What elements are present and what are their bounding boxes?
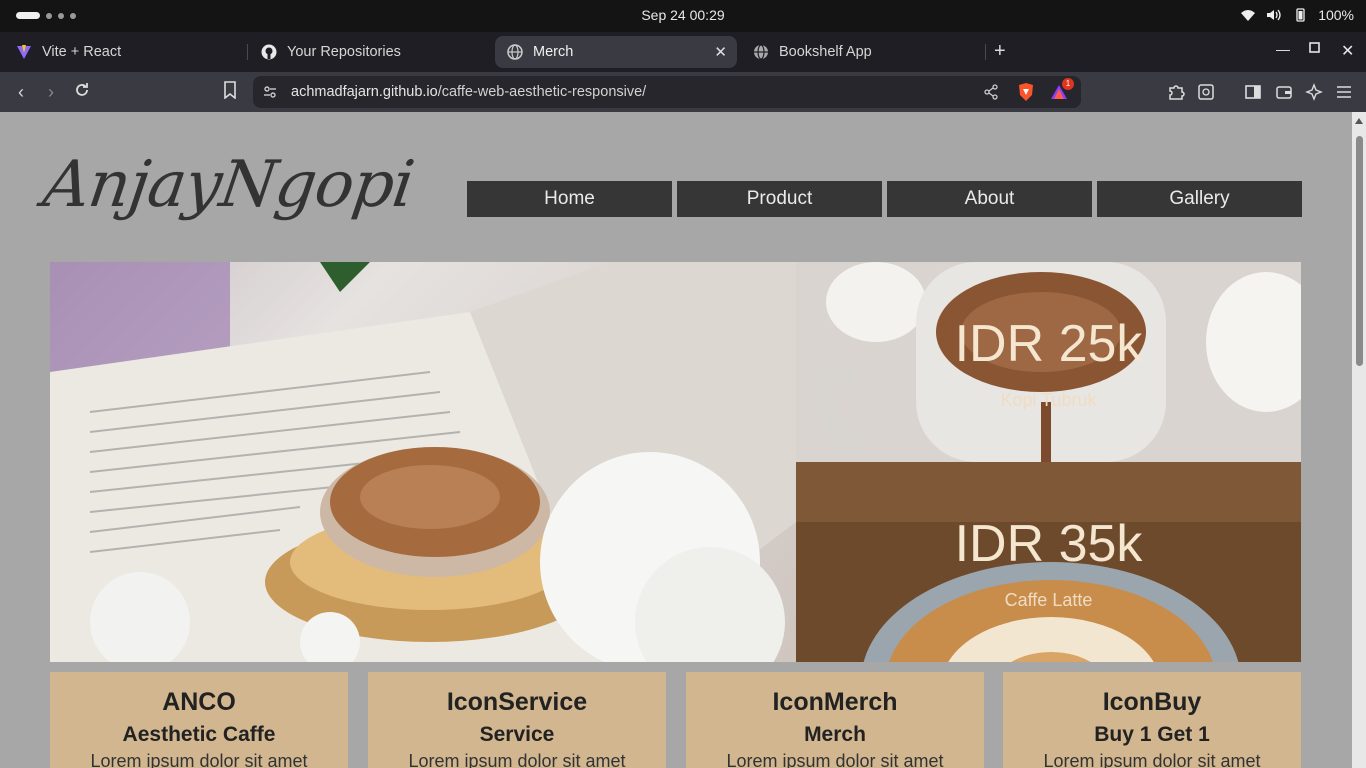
brave-rewards-icon[interactable]: 1 bbox=[1048, 78, 1074, 103]
card-title: IconService bbox=[446, 688, 588, 716]
card-text: Lorem ipsum dolor sit amet bbox=[90, 751, 308, 768]
address-bar[interactable]: achmadfajarn.github.io/caffe-web-aesthet… bbox=[253, 76, 1081, 108]
card-text: Lorem ipsum dolor sit amet bbox=[726, 751, 944, 768]
reader-mode-icon[interactable] bbox=[1195, 81, 1217, 103]
tab-separator bbox=[247, 44, 248, 60]
close-tab-icon[interactable]: ✕ bbox=[714, 43, 727, 61]
forward-button[interactable]: › bbox=[40, 81, 62, 103]
url-path: /caffe-web-aesthetic-responsive/ bbox=[437, 84, 647, 100]
battery-icon bbox=[1292, 8, 1308, 22]
scrollbar-thumb[interactable] bbox=[1356, 136, 1363, 366]
rewards-badge: 1 bbox=[1062, 78, 1074, 90]
tab-merch[interactable]: Merch ✕ bbox=[495, 36, 737, 68]
volume-icon bbox=[1266, 8, 1282, 22]
tab-label: Bookshelf App bbox=[779, 44, 872, 60]
feature-card-anco: ANCO Aesthetic Caffe Lorem ipsum dolor s… bbox=[50, 672, 348, 768]
new-tab-button[interactable]: + bbox=[994, 40, 1006, 63]
site-logo[interactable]: AnjayNgopi bbox=[39, 148, 418, 222]
system-status[interactable]: 100% bbox=[1240, 7, 1354, 23]
clock[interactable]: Sep 24 00:29 bbox=[0, 7, 1366, 23]
scroll-up-arrow-icon[interactable] bbox=[1355, 118, 1363, 124]
tab-label: Merch bbox=[533, 44, 574, 60]
extensions-icon[interactable] bbox=[1165, 81, 1187, 103]
menu-product[interactable]: Product bbox=[677, 181, 882, 217]
github-icon bbox=[261, 44, 277, 60]
feature-card-service: IconService Service Lorem ipsum dolor si… bbox=[368, 672, 666, 768]
navigation-bar: ‹ › achmadfajarn.github.io/caffe-web-aes… bbox=[0, 72, 1366, 112]
vite-icon bbox=[16, 44, 32, 60]
battery-percent: 100% bbox=[1318, 7, 1354, 23]
minimize-button[interactable]: — bbox=[1276, 41, 1290, 57]
hero-image-coffee-book bbox=[50, 262, 796, 662]
offer-price: IDR 35k bbox=[954, 515, 1143, 573]
menu-home[interactable]: Home bbox=[467, 181, 672, 217]
tab-label: Your Repositories bbox=[287, 44, 401, 60]
maximize-button[interactable] bbox=[1308, 41, 1320, 57]
back-button[interactable]: ‹ bbox=[10, 81, 32, 103]
tab-separator bbox=[985, 44, 986, 60]
card-text: Lorem ipsum dolor sit amet bbox=[1043, 751, 1261, 768]
site-settings-icon[interactable] bbox=[259, 81, 281, 103]
tab-your-repositories[interactable]: Your Repositories bbox=[249, 36, 489, 68]
brave-shields-icon[interactable] bbox=[1015, 81, 1037, 103]
tab-bookshelf-app[interactable]: Bookshelf App bbox=[741, 36, 981, 68]
feature-card-merch: IconMerch Merch Lorem ipsum dolor sit am… bbox=[686, 672, 984, 768]
globe-icon bbox=[753, 44, 769, 60]
main-menu: Home Product About Gallery bbox=[467, 181, 1302, 217]
feature-card-buy: IconBuy Buy 1 Get 1 Lorem ipsum dolor si… bbox=[1003, 672, 1301, 768]
url-text[interactable]: achmadfajarn.github.io/caffe-web-aesthet… bbox=[291, 84, 646, 100]
os-top-bar: Sep 24 00:29 100% bbox=[0, 0, 1366, 32]
offer-card-kopi-tubruk[interactable]: IDR 25k Kopi Tubruk bbox=[796, 262, 1301, 462]
tab-strip: Vite + React Your Repositories Merch ✕ B… bbox=[0, 32, 1366, 72]
offer-card-caffe-latte[interactable]: IDR 35k Caffe Latte bbox=[796, 462, 1301, 662]
menu-gallery[interactable]: Gallery bbox=[1097, 181, 1302, 217]
menu-hamburger-icon[interactable] bbox=[1333, 81, 1355, 103]
card-title: IconBuy bbox=[1102, 688, 1202, 716]
card-subtitle: Buy 1 Get 1 bbox=[1094, 723, 1210, 746]
tab-vite-react[interactable]: Vite + React bbox=[4, 36, 244, 68]
share-icon[interactable] bbox=[980, 81, 1002, 103]
offer-price: IDR 25k bbox=[954, 315, 1143, 373]
offer-name: Caffe Latte bbox=[1004, 590, 1093, 610]
card-text: Lorem ipsum dolor sit amet bbox=[408, 751, 626, 768]
tab-label: Vite + React bbox=[42, 44, 122, 60]
card-subtitle: Service bbox=[479, 723, 555, 746]
bookmark-icon[interactable] bbox=[219, 81, 241, 103]
card-subtitle: Merch bbox=[804, 723, 866, 746]
reload-button[interactable] bbox=[71, 81, 93, 103]
url-host: achmadfajarn.github.io bbox=[291, 84, 438, 100]
leo-ai-icon[interactable] bbox=[1303, 81, 1325, 103]
menu-about[interactable]: About bbox=[887, 181, 1092, 217]
globe-icon bbox=[507, 44, 523, 60]
page-scrollbar[interactable] bbox=[1352, 112, 1366, 768]
card-title: IconMerch bbox=[772, 688, 898, 716]
sidebar-toggle-icon[interactable] bbox=[1242, 81, 1264, 103]
close-window-button[interactable]: ✕ bbox=[1341, 41, 1354, 61]
card-title: ANCO bbox=[162, 688, 236, 716]
offer-name: Kopi Tubruk bbox=[1000, 390, 1097, 410]
card-subtitle: Aesthetic Caffe bbox=[122, 723, 276, 746]
page-viewport: AnjayNgopi Home Product About Gallery ID… bbox=[0, 112, 1352, 768]
wifi-icon bbox=[1240, 8, 1256, 22]
wallet-icon[interactable] bbox=[1273, 81, 1295, 103]
